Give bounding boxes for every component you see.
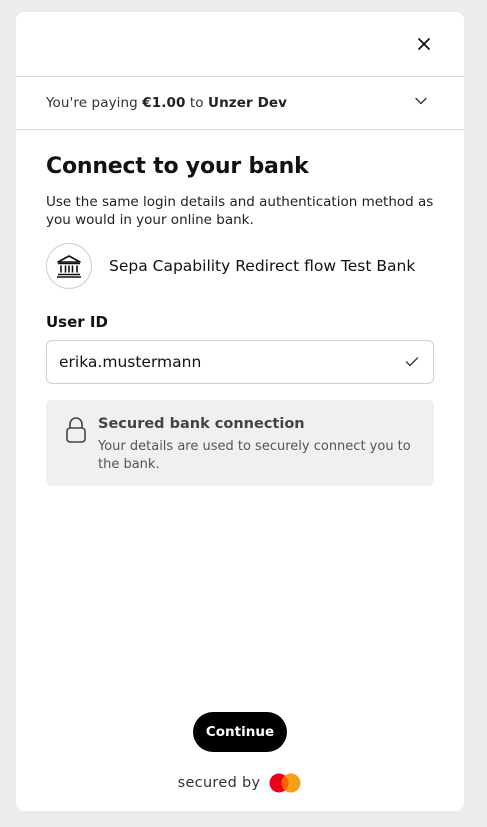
check-icon — [405, 357, 419, 367]
secure-connection-notice: Secured bank connection Your details are… — [46, 400, 434, 486]
close-button[interactable] — [414, 34, 434, 54]
payment-summary-toggle[interactable]: You're paying €1.00 to Unzer Dev — [16, 77, 464, 130]
footer: secured by — [16, 772, 464, 794]
secure-notice-title: Secured bank connection — [98, 416, 305, 432]
mastercard-logo-icon — [269, 773, 301, 793]
merchant-name: Unzer Dev — [208, 95, 288, 111]
bank-name: Sepa Capability Redirect flow Test Bank — [109, 257, 416, 275]
continue-button[interactable]: Continue — [193, 712, 287, 752]
summary-connector: to — [189, 95, 204, 111]
selected-bank: Sepa Capability Redirect flow Test Bank — [46, 243, 434, 289]
user-id-field-wrapper — [46, 340, 434, 384]
close-icon — [418, 38, 430, 50]
user-id-input[interactable] — [47, 341, 401, 383]
payment-dialog: You're paying €1.00 to Unzer Dev Connect… — [16, 12, 464, 811]
payment-amount: €1.00 — [142, 95, 186, 111]
bank-icon — [57, 255, 81, 278]
chevron-down-icon — [415, 97, 427, 105]
page-title: Connect to your bank — [46, 154, 309, 179]
summary-prefix: You're paying — [46, 95, 138, 111]
secured-by-text: secured by — [177, 775, 261, 791]
user-id-label: User ID — [46, 313, 108, 331]
page-description: Use the same login details and authentic… — [46, 194, 434, 228]
dialog-header — [16, 12, 464, 77]
secure-notice-text: Your details are used to securely connec… — [98, 439, 411, 472]
bank-logo — [46, 243, 92, 289]
lock-icon — [66, 417, 86, 443]
payment-summary: You're paying €1.00 to Unzer Dev — [46, 95, 287, 111]
main-content: Connect to your bank Use the same login … — [16, 154, 464, 486]
